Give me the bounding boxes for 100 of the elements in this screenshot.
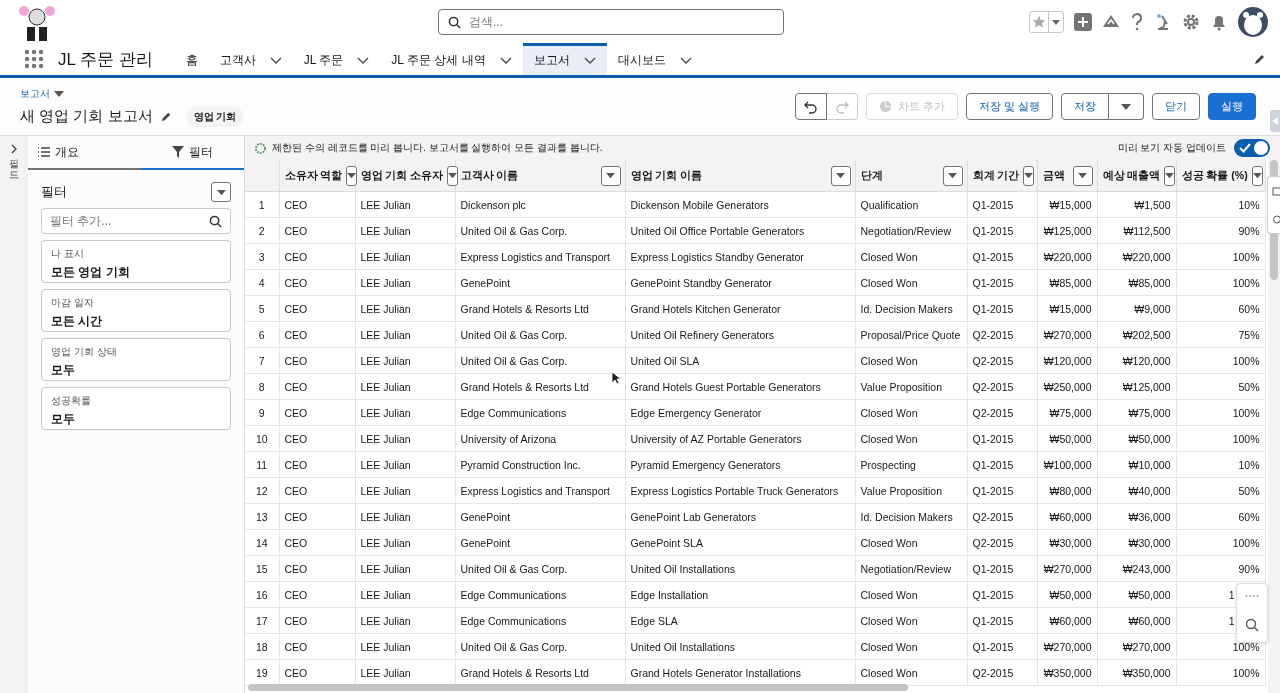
row-number: 3 <box>245 243 279 270</box>
nav-tab[interactable]: JL 주문 상세 내역 <box>380 43 523 75</box>
horizontal-scrollbar[interactable] <box>248 684 908 691</box>
column-header: 영업 기회 소유자 <box>360 168 444 183</box>
more-icon[interactable] <box>1245 594 1259 598</box>
table-cell: Q1-2015 <box>967 555 1037 582</box>
table-cell: ₩9,000 <box>1097 295 1176 322</box>
table-cell: United Oil Refinery Generators <box>625 321 855 348</box>
table-cell: GenePoint Standby Generator <box>625 269 855 296</box>
table-cell: ₩243,000 <box>1097 555 1176 582</box>
filter-search-field[interactable]: 필터 추가... <box>41 208 231 234</box>
filter-icon <box>172 146 184 158</box>
filter-heading: 필터 <box>41 183 67 201</box>
table-cell: LEE Julian <box>355 217 455 244</box>
table-cell: ₩80,000 <box>1037 477 1097 504</box>
nav-tab[interactable]: 고객사 <box>208 43 293 75</box>
chevron-down-icon <box>499 56 512 65</box>
table-cell: LEE Julian <box>355 633 455 660</box>
avatar-icon[interactable] <box>1238 6 1268 37</box>
action-button[interactable]: 닫기 <box>1152 93 1200 120</box>
auto-update-toggle[interactable] <box>1234 139 1270 157</box>
filter-card[interactable]: 영업 기회 상태 모두 <box>41 338 231 381</box>
edit-icon[interactable] <box>1254 53 1266 65</box>
table-cell: CEO <box>279 425 355 452</box>
nav-tab[interactable]: JL 주문 <box>292 43 381 75</box>
table-cell: LEE Julian <box>355 555 455 582</box>
column-menu-button[interactable] <box>1251 165 1263 186</box>
column-header: 소유자 역할 <box>284 168 343 183</box>
table-cell: 100% <box>1176 425 1265 452</box>
table-cell: ₩50,000 <box>1037 425 1097 452</box>
table-cell: Q2-2015 <box>967 321 1037 348</box>
table-cell: ₩270,000 <box>1097 633 1176 660</box>
table-cell: GenePoint <box>455 269 625 296</box>
sidebar-tab[interactable]: 개요 <box>28 136 141 170</box>
table-cell: University of AZ Portable Generators <box>625 425 855 452</box>
nav-tab[interactable]: 홈 <box>174 43 209 75</box>
table-cell: Edge SLA <box>625 607 855 634</box>
table-cell: ₩120,000 <box>1037 347 1097 374</box>
filter-card[interactable]: 나 표시 모든 영업 기회 <box>41 240 231 283</box>
action-button[interactable]: 저장 및 실행 <box>965 93 1053 120</box>
column-menu-button[interactable] <box>600 165 621 186</box>
filter-menu-button[interactable] <box>211 182 231 202</box>
nav-tab[interactable]: 보고서 <box>522 43 607 75</box>
table-cell: ₩1,500 <box>1097 191 1176 218</box>
expand-icon[interactable] <box>10 144 18 154</box>
fields-panel-label[interactable]: 필드 <box>9 158 19 180</box>
filter-card[interactable]: 마감 일자 모든 시간 <box>41 289 231 332</box>
table-cell: CEO <box>279 191 355 218</box>
table-cell: 100% <box>1176 659 1265 686</box>
undo-button[interactable] <box>794 93 827 120</box>
save-menu-button[interactable] <box>1109 93 1144 120</box>
table-cell: Grand Hotels & Resorts Ltd <box>455 295 625 322</box>
table-cell: 90% <box>1176 217 1265 244</box>
nav-tab[interactable]: 대시보드 <box>606 43 703 75</box>
table-cell: ₩270,000 <box>1037 633 1097 660</box>
edit-icon[interactable] <box>160 111 172 122</box>
table-cell: ₩60,000 <box>1037 503 1097 530</box>
row-number: 13 <box>245 503 279 530</box>
breadcrumb-link[interactable]: 보고서 <box>20 86 50 101</box>
row-number: 17 <box>245 607 279 634</box>
caret-icon <box>1165 172 1175 179</box>
table-cell: LEE Julian <box>355 295 455 322</box>
column-menu-button[interactable] <box>942 165 963 186</box>
table-cell: ₩50,000 <box>1097 581 1176 608</box>
redo-icon <box>834 99 849 114</box>
save-button[interactable]: 저장 <box>1061 93 1109 120</box>
table-cell: ₩75,000 <box>1037 399 1097 426</box>
caret-icon[interactable] <box>54 89 64 98</box>
table-cell: 60% <box>1176 503 1265 530</box>
add-icon[interactable] <box>1074 12 1092 31</box>
table-cell: Q2-2015 <box>967 347 1037 374</box>
table-cell: 100% <box>1176 269 1265 296</box>
action-button[interactable]: 실행 <box>1208 93 1256 120</box>
table-cell: CEO <box>279 243 355 270</box>
search-icon[interactable] <box>1245 618 1259 632</box>
table-cell: GenePoint SLA <box>625 529 855 556</box>
help-icon[interactable] <box>1130 12 1144 31</box>
row-number: 1 <box>245 191 279 218</box>
table-cell: LEE Julian <box>355 607 455 634</box>
column-menu-button[interactable] <box>1164 165 1176 186</box>
report-type-badge: 영업 기회 <box>185 106 245 127</box>
column-menu-button[interactable] <box>1072 165 1093 186</box>
table-cell: ₩350,000 <box>1097 659 1176 686</box>
filter-card[interactable]: 성공확률 모두 <box>41 387 231 430</box>
table-cell: 100% <box>1176 243 1265 270</box>
table-cell: Closed Won <box>855 243 967 270</box>
favorites-button[interactable] <box>1029 10 1064 33</box>
app-launcher-icon[interactable] <box>24 49 44 69</box>
settings-icon[interactable] <box>1182 12 1200 31</box>
chevron-down-icon <box>269 56 282 65</box>
column-menu-button[interactable] <box>830 165 851 186</box>
column-menu-button[interactable] <box>1023 165 1035 186</box>
table-cell: CEO <box>279 217 355 244</box>
table-cell: LEE Julian <box>355 347 455 374</box>
search-field[interactable]: 검색... <box>438 8 784 35</box>
table-cell: Q2-2015 <box>967 659 1037 686</box>
table-cell: Id. Decision Makers <box>855 295 967 322</box>
star-icon <box>1032 14 1046 29</box>
caret-icon <box>347 172 357 179</box>
table-cell: 10% <box>1176 191 1265 218</box>
